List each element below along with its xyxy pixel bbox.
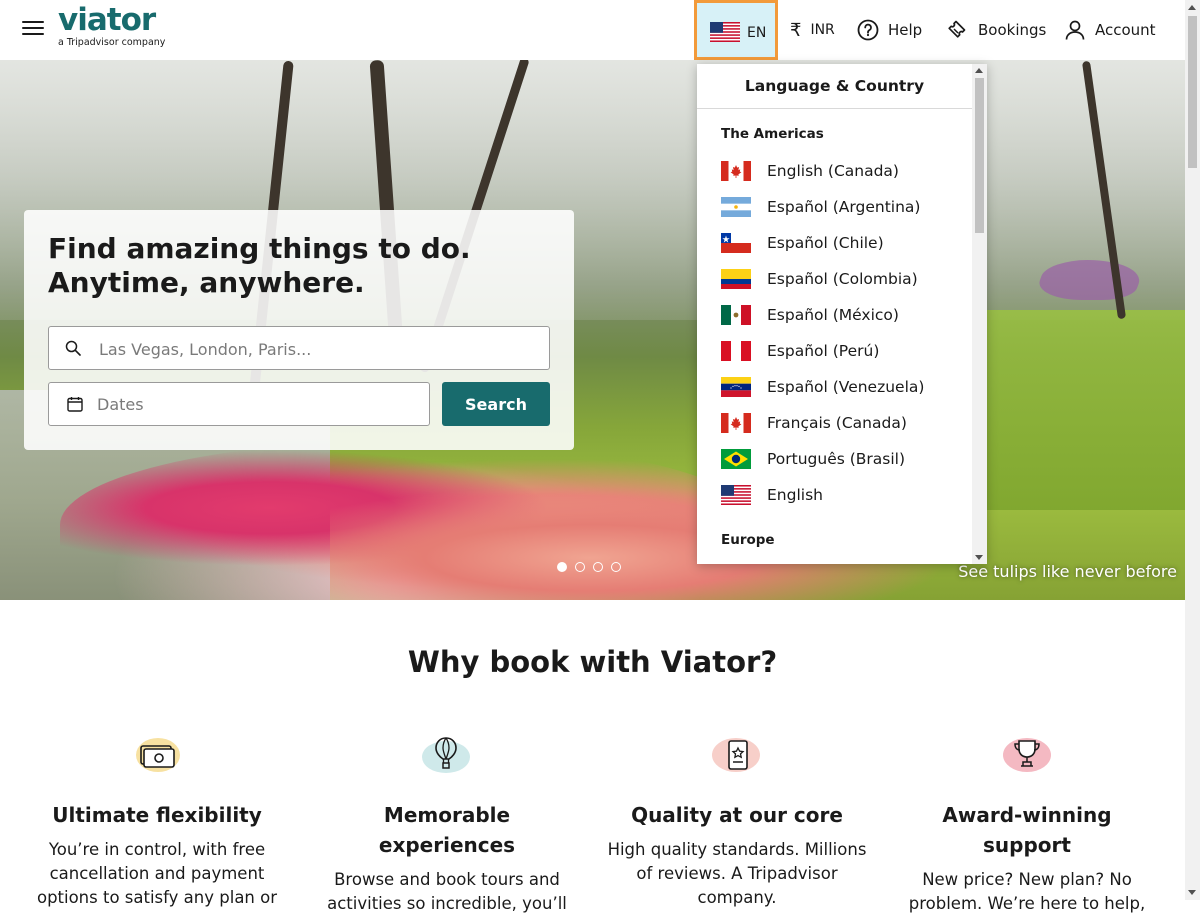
destination-search-input[interactable] — [97, 337, 541, 361]
us-flag-icon — [721, 485, 751, 505]
hero-caption: See tulips like never before — [958, 562, 1177, 581]
feature-ultimate-flexibility: Ultimate flexibility You’re in control, … — [27, 735, 287, 910]
mexico-flag-icon — [721, 305, 751, 325]
dropdown-list: The Americas English (Canada) Español (A… — [697, 109, 972, 564]
section-heading-americas: The Americas — [721, 126, 824, 142]
venezuela-flag-icon — [721, 377, 751, 397]
language-option-label: English (Canada) — [767, 162, 899, 180]
language-option-espanol-mexico[interactable]: Español (México) — [721, 301, 961, 329]
language-option-espanol-venezuela[interactable]: Español (Venezuela) — [721, 373, 961, 401]
carousel-dots — [557, 562, 621, 572]
account-label: Account — [1095, 21, 1156, 39]
feature-description: High quality standards. Millions of revi… — [607, 840, 867, 907]
feature-description: New price? New plan? No problem. We’re h… — [908, 870, 1146, 913]
search-card: Find amazing things to do. Anytime, anyw… — [24, 210, 574, 450]
language-option-espanol-colombia[interactable]: Español (Colombia) — [721, 265, 961, 293]
feature-description: Browse and book tours and activities so … — [327, 870, 567, 913]
page-scrollbar[interactable] — [1185, 0, 1200, 900]
chile-flag-icon — [721, 233, 751, 253]
account-button[interactable]: Account — [1064, 0, 1156, 60]
scroll-down-arrow-icon[interactable] — [1188, 890, 1196, 895]
header: viator a Tripadvisor company EN ₹ INR He… — [0, 0, 1185, 61]
help-button[interactable]: Help — [857, 0, 922, 60]
language-option-label: Português (Brasil) — [767, 450, 906, 468]
page-scrollbar-thumb[interactable] — [1188, 16, 1197, 168]
scroll-down-arrow-icon[interactable] — [975, 555, 983, 560]
language-option-label: Français (Canada) — [767, 414, 907, 432]
hero-banner: Find amazing things to do. Anytime, anyw… — [0, 60, 1185, 600]
colombia-flag-icon — [721, 269, 751, 289]
calendar-icon — [67, 396, 83, 416]
dates-picker[interactable]: Dates — [48, 382, 430, 426]
scrollbar-thumb[interactable] — [975, 78, 984, 233]
quality-badge-icon — [607, 735, 867, 775]
logo[interactable]: viator a Tripadvisor company — [58, 2, 165, 48]
search-icon — [65, 340, 81, 360]
us-flag-icon — [710, 22, 740, 46]
language-option-espanol-peru[interactable]: Español (Perú) — [721, 337, 961, 365]
why-book-title: Why book with Viator? — [407, 645, 778, 679]
feature-memorable-experiences: Memorable experiences Browse and book to… — [317, 735, 577, 916]
hero-headline: Find amazing things to do. Anytime, anyw… — [48, 232, 471, 299]
destination-search[interactable] — [48, 326, 550, 370]
dropdown-scrollbar[interactable] — [972, 64, 987, 564]
scroll-up-arrow-icon[interactable] — [975, 68, 983, 73]
language-option-label: Español (Argentina) — [767, 198, 921, 216]
language-option-label: Español (Chile) — [767, 234, 884, 252]
carousel-dot[interactable] — [575, 562, 585, 572]
section-heading-europe: Europe — [721, 532, 775, 548]
user-icon — [1064, 19, 1086, 41]
language-option-english-us[interactable]: English — [721, 481, 961, 509]
feature-award-winning-support: Award-winning support New price? New pla… — [897, 735, 1157, 916]
trophy-icon — [897, 735, 1157, 775]
language-country-dropdown: Language & Country The Americas English … — [697, 64, 987, 564]
help-label: Help — [888, 21, 923, 39]
language-option-label: English — [767, 486, 823, 504]
rupee-icon: ₹ — [790, 19, 802, 41]
language-code: EN — [747, 25, 767, 41]
currency-label: INR — [810, 22, 835, 38]
ticket-icon — [945, 18, 969, 42]
argentina-flag-icon — [721, 197, 751, 217]
dropdown-title: Language & Country — [697, 64, 972, 109]
help-icon — [857, 19, 879, 41]
feature-description: You’re in control, with free cancellatio… — [36, 840, 278, 907]
brazil-flag-icon — [721, 449, 751, 469]
money-icon — [27, 735, 287, 775]
language-option-francais-canada[interactable]: Français (Canada) — [721, 409, 961, 437]
language-option-label: Español (Perú) — [767, 342, 880, 360]
feature-title: Ultimate flexibility — [52, 803, 262, 827]
language-option-english-canada[interactable]: English (Canada) — [721, 157, 961, 185]
search-button[interactable]: Search — [442, 382, 550, 426]
peru-flag-icon — [721, 341, 751, 361]
language-option-label: Español (Colombia) — [767, 270, 918, 288]
feature-quality-core: Quality at our core High quality standar… — [607, 735, 867, 910]
bookings-label: Bookings — [978, 21, 1047, 39]
language-option-label: Español (Venezuela) — [767, 378, 925, 396]
currency-button[interactable]: ₹ INR — [790, 0, 835, 60]
language-option-espanol-argentina[interactable]: Español (Argentina) — [721, 193, 961, 221]
logo-wordmark: viator — [58, 2, 156, 38]
canada-flag-icon — [721, 161, 751, 181]
language-option-espanol-chile[interactable]: Español (Chile) — [721, 229, 961, 257]
feature-title: Quality at our core — [631, 803, 843, 827]
logo-subtitle: a Tripadvisor company — [58, 37, 166, 48]
dates-label: Dates — [97, 395, 144, 414]
hamburger-menu-icon[interactable] — [22, 19, 44, 37]
bookings-button[interactable]: Bookings — [945, 0, 1046, 60]
feature-title: Memorable experiences — [378, 803, 516, 857]
carousel-dot[interactable] — [593, 562, 603, 572]
carousel-dot[interactable] — [611, 562, 621, 572]
balloon-icon — [317, 735, 577, 775]
feature-title: Award-winning support — [942, 803, 1112, 857]
canada-flag-icon — [721, 413, 751, 433]
language-option-portugues-brasil[interactable]: Português (Brasil) — [721, 445, 961, 473]
language-button[interactable]: EN — [694, 0, 778, 60]
scroll-up-arrow-icon[interactable] — [1188, 5, 1196, 10]
language-option-label: Español (México) — [767, 306, 899, 324]
carousel-dot[interactable] — [557, 562, 567, 572]
